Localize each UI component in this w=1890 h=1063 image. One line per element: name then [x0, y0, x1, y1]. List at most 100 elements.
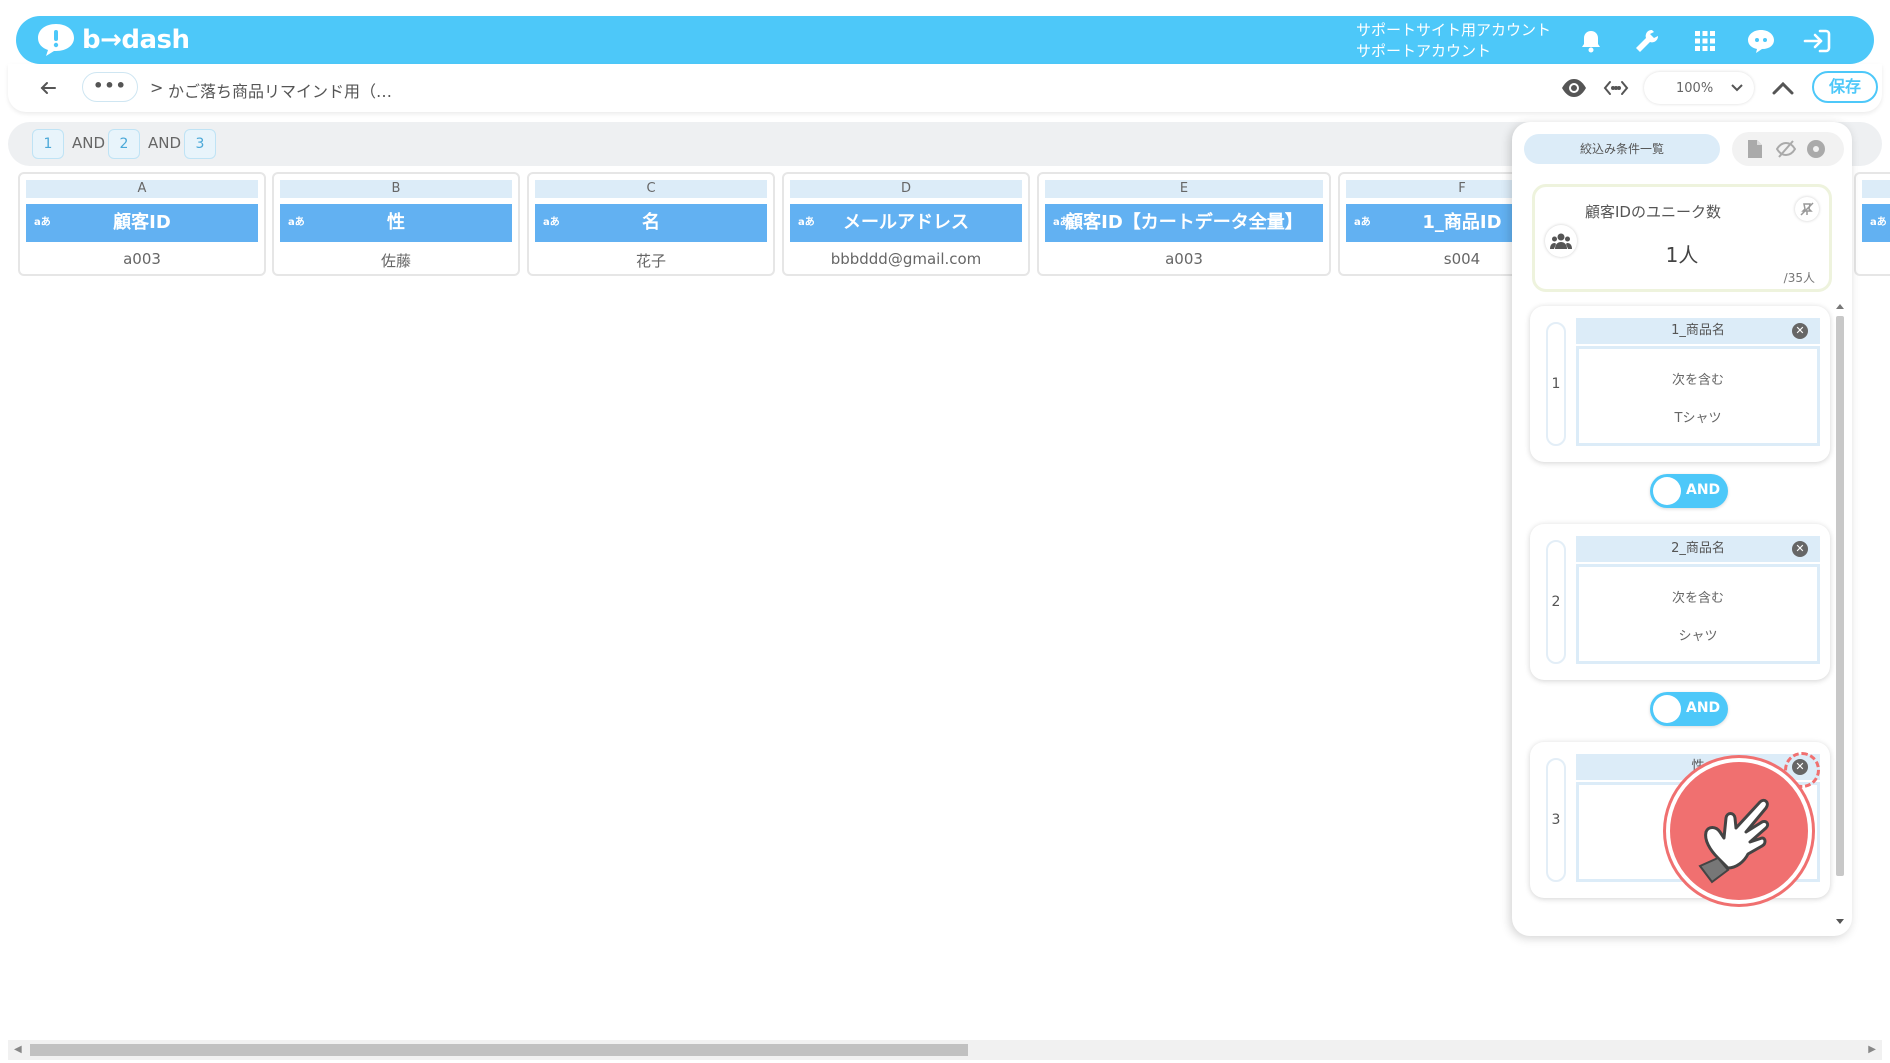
scroll-up-icon[interactable]: [1835, 302, 1845, 310]
column-letter: E: [1045, 180, 1323, 198]
chat-icon[interactable]: [1746, 26, 1776, 56]
document-icon[interactable]: [1746, 139, 1766, 159]
eye-icon[interactable]: [1560, 76, 1588, 100]
scroll-right-icon[interactable]: ▶: [1868, 1044, 1876, 1055]
column-value: 佐藤: [380, 252, 411, 270]
column-card-e[interactable]: E aあ 顧客ID【カートデータ全量】 a003: [1037, 172, 1331, 276]
more-button[interactable]: •••: [82, 72, 138, 102]
condition-and: AND: [148, 134, 182, 152]
column-value: a003: [123, 250, 161, 268]
wrench-icon[interactable]: [1632, 26, 1662, 56]
text-type-icon: aあ: [1354, 217, 1371, 228]
text-type-icon: aあ: [288, 217, 305, 228]
logo-text: b→dash: [82, 25, 190, 55]
and-toggle-2[interactable]: AND: [1650, 692, 1728, 726]
condition-chip-1[interactable]: 1: [32, 129, 64, 159]
column-header[interactable]: aあ メールアドレス: [790, 204, 1022, 242]
pin-icon[interactable]: [1795, 197, 1819, 221]
account-line-1: サポートサイト用アカウント: [1356, 21, 1552, 39]
logo[interactable]: b→dash: [36, 22, 190, 58]
scroll-thumb[interactable]: [1836, 316, 1844, 876]
column-card-g[interactable]: aあ: [1854, 172, 1890, 276]
column-name: 1_商品ID: [1422, 212, 1502, 233]
settings-icon[interactable]: [1806, 139, 1826, 159]
breadcrumb-separator: >: [150, 78, 164, 97]
text-type-icon: aあ: [543, 217, 560, 228]
and-toggle-1[interactable]: AND: [1650, 474, 1728, 508]
unique-count-value: 1人: [1665, 243, 1699, 267]
condition-body[interactable]: 次を含む シャツ: [1576, 564, 1820, 664]
column-card-a[interactable]: A aあ 顧客ID a003: [18, 172, 266, 276]
logout-icon[interactable]: [1802, 26, 1832, 56]
column-letter: D: [790, 180, 1022, 198]
condition-field[interactable]: 1_商品名: [1576, 318, 1820, 344]
column-header[interactable]: aあ 名: [535, 204, 767, 242]
column-card-b[interactable]: B aあ 性 佐藤: [272, 172, 520, 276]
eye-off-icon[interactable]: [1775, 139, 1797, 159]
column-header[interactable]: aあ: [1862, 204, 1890, 242]
chevron-down-icon: [1731, 84, 1743, 92]
column-header[interactable]: aあ 顧客ID: [26, 204, 258, 242]
zoom-value: 100%: [1676, 80, 1714, 96]
column-letter: [1862, 180, 1890, 198]
chevron-up-icon[interactable]: [1770, 76, 1796, 100]
condition-operator: 次を含む: [1671, 373, 1724, 388]
account-info[interactable]: サポートサイト用アカウント サポートアカウント: [1356, 20, 1551, 62]
condition-number: 3: [1546, 758, 1566, 882]
horizontal-scrollbar[interactable]: ◀ ▶: [8, 1040, 1882, 1060]
close-icon[interactable]: ✕: [1792, 323, 1808, 339]
text-type-icon: aあ: [1053, 217, 1070, 228]
tab-filter-list[interactable]: 絞込み条件一覧: [1524, 134, 1720, 164]
condition-card-2[interactable]: 2 2_商品名 ✕ 次を含む シャツ: [1530, 524, 1830, 680]
toolbar: ••• > かご落ち商品リマインド用（… 100% 保存: [8, 64, 1882, 112]
column-letter: C: [535, 180, 767, 198]
panel-scrollbar[interactable]: [1832, 300, 1848, 936]
toggle-knob: [1653, 477, 1681, 505]
condition-card-1[interactable]: 1 1_商品名 ✕ 次を含む Tシャツ: [1530, 306, 1830, 462]
column-name: 顧客ID: [113, 212, 171, 233]
condition-body[interactable]: 次を含む Tシャツ: [1576, 346, 1820, 446]
column-header[interactable]: aあ 性: [280, 204, 512, 242]
toggle-knob: [1653, 695, 1681, 723]
condition-chip-3[interactable]: 3: [184, 129, 216, 159]
unique-count-title: 顧客IDのユニーク数: [1585, 203, 1721, 221]
text-type-icon: aあ: [1870, 217, 1887, 228]
code-icon[interactable]: [1602, 76, 1630, 100]
scroll-down-icon[interactable]: [1835, 918, 1845, 926]
condition-and: AND: [72, 134, 106, 152]
column-name: 顧客ID【カートデータ全量】: [1065, 212, 1303, 233]
zoom-select[interactable]: 100%: [1644, 72, 1754, 104]
unique-count-total: /35人: [1783, 271, 1815, 285]
close-icon[interactable]: ✕: [1792, 541, 1808, 557]
condition-number: 1: [1546, 322, 1566, 446]
back-icon[interactable]: [36, 76, 60, 100]
column-value: a003: [1165, 250, 1203, 268]
condition-number: 2: [1546, 540, 1566, 664]
top-header: b→dash サポートサイト用アカウント サポートアカウント: [16, 16, 1874, 64]
column-letter: A: [26, 180, 258, 198]
condition-value: シャツ: [1678, 629, 1718, 644]
save-button[interactable]: 保存: [1812, 71, 1878, 103]
condition-value: Tシャツ: [1674, 411, 1722, 426]
grid-icon[interactable]: [1690, 26, 1720, 56]
column-value: 花子: [635, 252, 666, 270]
breadcrumb[interactable]: かご落ち商品リマインド用（…: [168, 78, 392, 102]
column-name: 性: [387, 212, 405, 233]
scroll-left-icon[interactable]: ◀: [14, 1044, 22, 1055]
horizontal-scroll-thumb[interactable]: [30, 1044, 968, 1056]
and-label: AND: [1686, 482, 1721, 498]
panel-tools: [1732, 132, 1844, 166]
column-value: bbbddd@gmail.com: [830, 250, 982, 268]
condition-chip-2[interactable]: 2: [108, 129, 140, 159]
hand-pointer-icon: [1666, 758, 1812, 904]
account-line-2: サポートアカウント: [1356, 42, 1492, 60]
column-name: メールアドレス: [843, 212, 969, 233]
column-letter: B: [280, 180, 512, 198]
bell-icon[interactable]: [1576, 26, 1606, 56]
column-header[interactable]: aあ 顧客ID【カートデータ全量】: [1045, 204, 1323, 242]
text-type-icon: aあ: [34, 217, 51, 228]
condition-field[interactable]: 2_商品名: [1576, 536, 1820, 562]
column-card-c[interactable]: C aあ 名 花子: [527, 172, 775, 276]
column-card-d[interactable]: D aあ メールアドレス bbbddd@gmail.com: [782, 172, 1030, 276]
unique-count-box: 顧客IDのユニーク数 1人 /35人: [1532, 184, 1832, 292]
